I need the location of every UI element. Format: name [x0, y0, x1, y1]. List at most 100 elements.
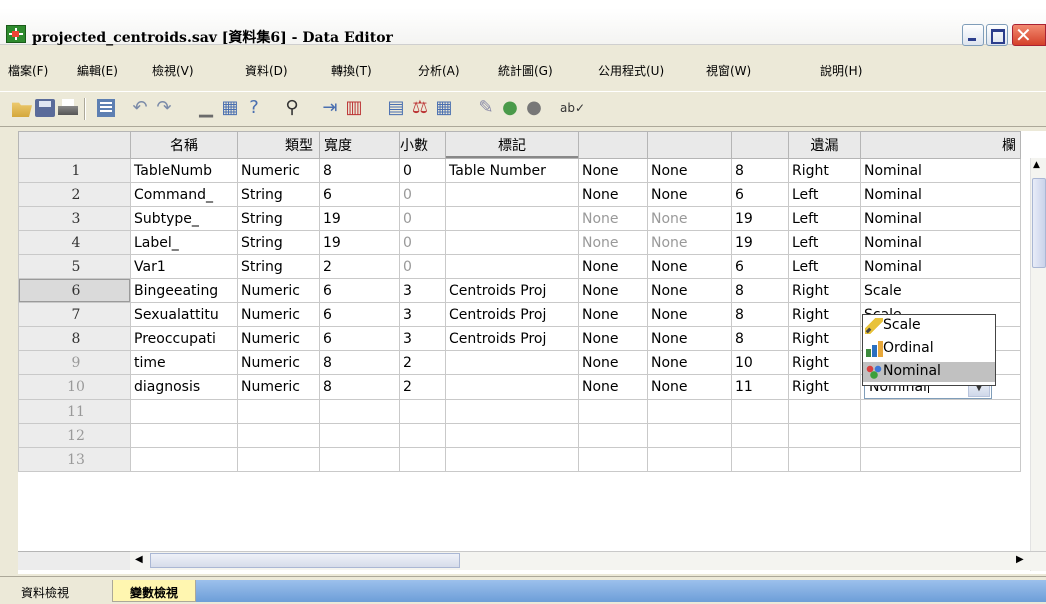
empty-cell[interactable]	[578, 423, 648, 448]
cell-values[interactable]: None	[578, 182, 648, 207]
row-number[interactable]: 6	[18, 278, 131, 303]
cell-width[interactable]: 6	[319, 326, 400, 351]
cell-label[interactable]	[445, 254, 579, 279]
cell-type[interactable]: Numeric	[237, 278, 320, 303]
show-all-variables-icon[interactable]: ●	[524, 99, 544, 117]
scroll-up-icon[interactable]: ▲	[1033, 160, 1040, 170]
cell-align[interactable]: Right	[788, 302, 861, 327]
col-header-name[interactable]: 名稱	[130, 131, 238, 159]
row-number[interactable]: 9	[18, 350, 131, 375]
cell-label[interactable]: Centroids Proj	[445, 278, 579, 303]
title-bar[interactable]: projected_centroids.sav [資料集6] - Data Ed…	[0, 8, 1046, 47]
cell-measure[interactable]: Nominal	[860, 158, 1021, 183]
find-icon[interactable]: ⚲	[282, 99, 302, 117]
select-cases-icon[interactable]: ▦	[434, 99, 454, 117]
menu-utilities[interactable]: 公用程式(U)	[598, 62, 664, 79]
tab-variable-view[interactable]: 變數檢視	[112, 580, 196, 602]
cell-values[interactable]: None	[578, 278, 648, 303]
cell-name[interactable]: Bingeeating	[130, 278, 238, 303]
cell-decimals[interactable]: 0	[399, 254, 446, 279]
cell-decimals[interactable]: 0	[399, 230, 446, 255]
cell-values[interactable]: None	[578, 230, 648, 255]
cell-missing[interactable]: None	[647, 350, 732, 375]
empty-cell[interactable]	[399, 399, 446, 424]
cell-width[interactable]: 6	[319, 182, 400, 207]
cell-values[interactable]: None	[578, 254, 648, 279]
cell-values[interactable]: None	[578, 206, 648, 231]
empty-cell[interactable]	[578, 447, 648, 472]
cell-name[interactable]: diagnosis	[130, 374, 238, 400]
cell-columns[interactable]: 8	[731, 326, 789, 351]
menu-graphs[interactable]: 統計圖(G)	[498, 62, 553, 79]
cell-decimals[interactable]: 2	[399, 350, 446, 375]
empty-cell[interactable]	[399, 423, 446, 448]
horizontal-scrollbar[interactable]: ◀ ▶	[130, 551, 1046, 570]
cell-width[interactable]: 8	[319, 158, 400, 183]
menu-view[interactable]: 檢視(V)	[152, 62, 194, 79]
open-icon[interactable]	[12, 102, 32, 117]
insert-cases-icon[interactable]: ⇥	[320, 99, 340, 117]
cell-name[interactable]: Var1	[130, 254, 238, 279]
menu-help[interactable]: 說明(H)	[820, 62, 862, 79]
cell-type[interactable]: Numeric	[237, 326, 320, 351]
cell-width[interactable]: 8	[319, 374, 400, 400]
empty-cell[interactable]	[788, 447, 861, 472]
menu-data[interactable]: 資料(D)	[245, 62, 288, 79]
variables-icon[interactable]: ?	[244, 99, 264, 117]
cell-align[interactable]: Right	[788, 374, 861, 400]
cell-values[interactable]: None	[578, 158, 648, 183]
col-header-columns[interactable]	[731, 131, 789, 159]
empty-cell[interactable]	[130, 423, 238, 448]
cell-decimals[interactable]: 0	[399, 158, 446, 183]
col-header-measure[interactable]: 欄	[860, 131, 1021, 159]
empty-cell[interactable]	[237, 423, 320, 448]
cell-label[interactable]: Centroids Proj	[445, 302, 579, 327]
row-number[interactable]: 3	[18, 206, 131, 231]
empty-cell[interactable]	[578, 399, 648, 424]
row-number[interactable]: 12	[18, 423, 131, 448]
scroll-right-icon[interactable]: ▶	[1016, 554, 1024, 565]
col-header-decimals[interactable]: 小數	[399, 131, 446, 159]
cell-width[interactable]: 2	[319, 254, 400, 279]
empty-cell[interactable]	[445, 447, 579, 472]
cell-columns[interactable]: 8	[731, 158, 789, 183]
cell-label[interactable]: Centroids Proj	[445, 326, 579, 351]
cell-type[interactable]: String	[237, 206, 320, 231]
cell-missing[interactable]: None	[647, 278, 732, 303]
cell-values[interactable]: None	[578, 326, 648, 351]
empty-cell[interactable]	[860, 399, 1021, 424]
row-number[interactable]: 13	[18, 447, 131, 472]
cell-align[interactable]: Left	[788, 206, 861, 231]
cell-columns[interactable]: 8	[731, 302, 789, 327]
vertical-scroll-thumb[interactable]	[1032, 178, 1046, 268]
cell-name[interactable]: TableNumb	[130, 158, 238, 183]
cell-width[interactable]: 19	[319, 230, 400, 255]
cell-width[interactable]: 6	[319, 278, 400, 303]
cell-name[interactable]: Sexualattitu	[130, 302, 238, 327]
print-icon[interactable]	[58, 99, 78, 117]
empty-cell[interactable]	[647, 423, 732, 448]
empty-cell[interactable]	[731, 399, 789, 424]
cell-name[interactable]: Preoccupati	[130, 326, 238, 351]
goto-variable-icon[interactable]: ▦	[220, 99, 240, 117]
cell-label[interactable]	[445, 182, 579, 207]
empty-cell[interactable]	[731, 423, 789, 448]
cell-align[interactable]: Left	[788, 254, 861, 279]
empty-cell[interactable]	[788, 423, 861, 448]
cell-align[interactable]: Right	[788, 350, 861, 375]
col-header-missing[interactable]	[647, 131, 732, 159]
cell-measure[interactable]: Nominal	[860, 230, 1021, 255]
empty-cell[interactable]	[860, 447, 1021, 472]
cell-type[interactable]: Numeric	[237, 302, 320, 327]
cell-missing[interactable]: None	[647, 302, 732, 327]
cell-columns[interactable]: 19	[731, 206, 789, 231]
cell-decimals[interactable]: 3	[399, 326, 446, 351]
cell-columns[interactable]: 19	[731, 230, 789, 255]
empty-cell[interactable]	[445, 399, 579, 424]
cell-decimals[interactable]: 0	[399, 206, 446, 231]
cell-columns[interactable]: 10	[731, 350, 789, 375]
minimize-button[interactable]	[962, 24, 984, 46]
cell-label[interactable]	[445, 350, 579, 375]
cell-measure[interactable]: Scale	[860, 278, 1021, 303]
cell-decimals[interactable]: 3	[399, 278, 446, 303]
